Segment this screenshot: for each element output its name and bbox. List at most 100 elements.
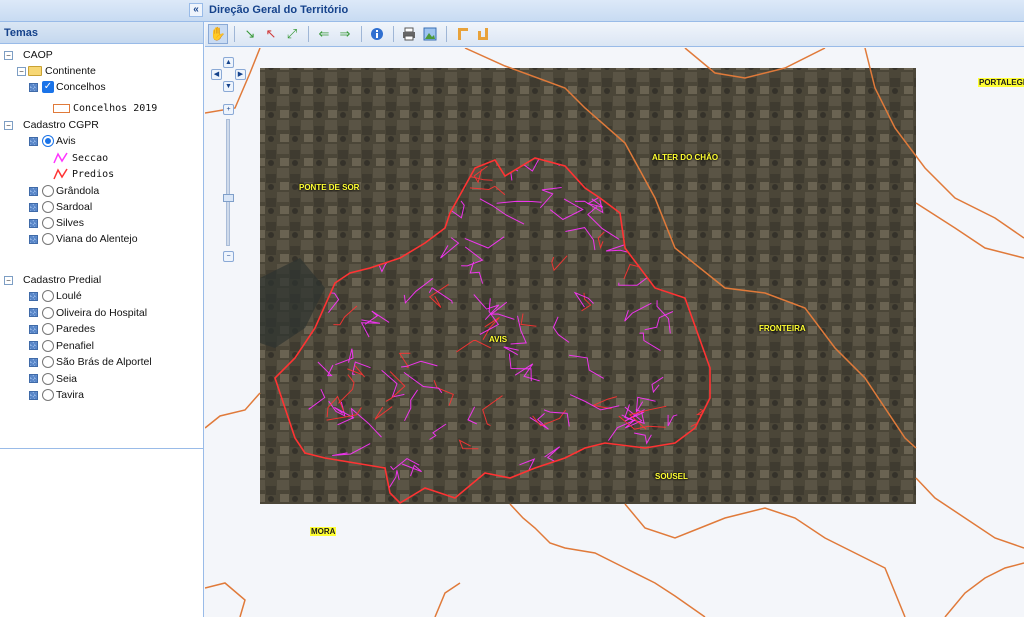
place-label: PORTALEGRE xyxy=(978,78,1024,87)
app-window: « Direção Geral do Território Temas − CA… xyxy=(0,0,1024,617)
pan-down-icon[interactable]: ▼ xyxy=(223,81,234,92)
layer-radio[interactable] xyxy=(42,372,54,385)
layer-icon xyxy=(29,357,38,367)
toolbar-separator xyxy=(446,26,447,42)
app-title: Direção Geral do Território xyxy=(209,4,349,16)
legend-line-icon xyxy=(53,168,68,180)
double-chevron-left-icon[interactable]: « xyxy=(189,3,203,17)
pan-right-icon[interactable]: ▶ xyxy=(235,69,246,80)
layer-predial-item[interactable]: Oliveira do Hospital xyxy=(29,305,147,321)
layer-icon xyxy=(29,234,38,244)
toolbar-separator xyxy=(308,26,309,42)
map-canvas[interactable]: PORTALEGRE ALTER DO CHÃO PONTE DE SOR AVIS F… xyxy=(205,48,1024,617)
layer-predial-item[interactable]: Paredes xyxy=(29,321,95,337)
zoom-in-icon[interactable]: ↘ xyxy=(240,24,260,44)
layer-concelhos[interactable]: ✓ Concelhos xyxy=(29,79,106,95)
layer-cgpr-item[interactable]: Grândola xyxy=(29,183,99,199)
layer-icon xyxy=(29,202,38,212)
layer-icon xyxy=(29,136,38,146)
tree-label: Grândola xyxy=(56,185,100,197)
measure-area-icon[interactable] xyxy=(473,24,493,44)
place-label: SOUSEL xyxy=(655,472,688,481)
layer-predial-item[interactable]: Tavira xyxy=(29,387,84,403)
collapse-icon[interactable]: − xyxy=(17,66,26,76)
layer-radio[interactable] xyxy=(42,201,54,213)
legend-line-icon xyxy=(53,152,68,164)
layer-radio[interactable] xyxy=(42,233,54,245)
pan-up-icon[interactable]: ▲ xyxy=(223,57,234,68)
place-label: MORA xyxy=(310,527,337,536)
layer-predial-item[interactable]: Loulé xyxy=(29,288,82,304)
layer-icon xyxy=(29,374,38,383)
tree-label: Tavira xyxy=(56,389,85,401)
layer-predial-item[interactable]: Penafiel xyxy=(29,338,94,354)
layer-radio[interactable] xyxy=(42,323,54,335)
aerial-imagery xyxy=(260,68,916,504)
tree-node-cadastro-predial[interactable]: − Cadastro Predial xyxy=(4,272,101,288)
layer-icon xyxy=(29,308,38,317)
zoom-plus-icon[interactable]: + xyxy=(223,104,234,115)
layer-predial-item[interactable]: São Brás de Alportel xyxy=(29,354,152,370)
tree-label: Sardoal xyxy=(56,201,93,213)
collapse-icon[interactable]: − xyxy=(4,275,13,285)
previous-view-icon[interactable]: ⇐ xyxy=(314,24,334,44)
layer-cgpr-item[interactable]: Viana do Alentejo xyxy=(29,231,138,247)
legend-concelhos-2019: Concelhos 2019 xyxy=(53,100,157,116)
tree-label: Seia xyxy=(56,372,78,385)
layer-radio[interactable] xyxy=(42,185,54,197)
zoom-slider-track[interactable] xyxy=(226,119,230,246)
layer-icon xyxy=(29,82,38,92)
next-view-icon[interactable]: ⇒ xyxy=(335,24,355,44)
place-label: AVIS xyxy=(489,335,508,344)
zoom-minus-icon[interactable]: − xyxy=(223,251,234,262)
collapse-icon[interactable]: − xyxy=(4,120,13,130)
title-bar: « Direção Geral do Território xyxy=(0,0,1024,22)
measure-distance-icon[interactable] xyxy=(452,24,472,44)
toolbar-separator xyxy=(234,26,235,42)
export-image-icon[interactable] xyxy=(420,24,440,44)
layer-radio[interactable] xyxy=(42,389,54,401)
toolbar-separator xyxy=(361,26,362,42)
layer-cgpr-item[interactable]: Avis xyxy=(29,133,76,149)
layer-cgpr-item[interactable]: Silves xyxy=(29,215,84,231)
pan-left-icon[interactable]: ◀ xyxy=(211,69,222,80)
layer-icon xyxy=(29,341,38,350)
layer-icon xyxy=(29,291,38,301)
tree-label: Paredes xyxy=(56,323,96,335)
place-label: FRONTEIRA xyxy=(759,324,806,333)
panel-title: Temas xyxy=(0,22,203,44)
tree-label: Cadastro Predial xyxy=(23,274,102,286)
layer-predial-item[interactable]: Seia xyxy=(29,371,77,387)
tree-node-cadastro-cgpr[interactable]: − Cadastro CGPR xyxy=(4,117,99,133)
tree-label: Penafiel xyxy=(56,339,94,352)
tree-node-continente[interactable]: − Continente xyxy=(17,63,96,79)
layer-radio[interactable] xyxy=(42,356,54,368)
collapse-icon[interactable]: − xyxy=(4,50,13,60)
legend-label: Concelhos 2019 xyxy=(73,102,158,114)
info-icon[interactable] xyxy=(367,24,387,44)
layer-icon xyxy=(29,218,38,228)
layer-radio[interactable] xyxy=(42,217,54,229)
tree-node-caop[interactable]: − CAOP xyxy=(4,47,53,63)
layer-radio[interactable] xyxy=(42,339,54,352)
zoom-out-icon[interactable]: ↖ xyxy=(261,24,281,44)
tree-label: Oliveira do Hospital xyxy=(56,306,148,319)
concelhos-checkbox[interactable]: ✓ xyxy=(42,81,54,93)
map-toolbar: ✋ ↘ ↖ ⤢ ⇐ ⇒ xyxy=(205,22,1024,47)
zoom-slider-handle[interactable] xyxy=(223,194,234,202)
layer-radio[interactable] xyxy=(42,290,54,302)
place-label: PONTE DE SOR xyxy=(299,183,360,192)
legend-label: Predios xyxy=(72,168,115,180)
legend-swatch-icon xyxy=(53,103,70,113)
pan-hand-icon[interactable]: ✋ xyxy=(208,24,228,44)
layer-cgpr-item[interactable]: Sardoal xyxy=(29,199,92,215)
layer-radio[interactable] xyxy=(42,306,54,319)
zoom-extent-icon[interactable]: ⤢ xyxy=(282,24,302,44)
tree-label: Cadastro CGPR xyxy=(23,119,99,131)
layer-tree: − CAOP − Continente ✓ Concelhos Concelho… xyxy=(0,44,203,449)
toolbar-separator xyxy=(393,26,394,42)
tree-label: São Brás de Alportel xyxy=(56,356,152,368)
layer-radio[interactable] xyxy=(42,135,54,147)
print-icon[interactable] xyxy=(399,24,419,44)
tree-label: Avis xyxy=(56,135,76,147)
